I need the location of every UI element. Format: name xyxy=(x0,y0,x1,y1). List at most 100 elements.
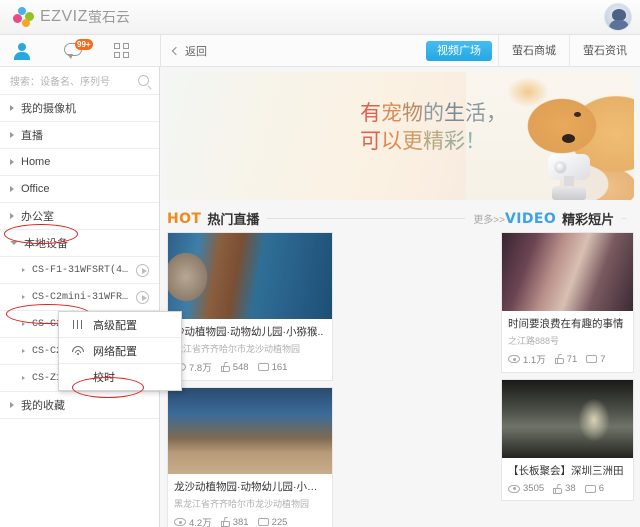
views-count: 1.1万 xyxy=(523,352,546,366)
divider xyxy=(267,218,465,219)
chevron-right-icon xyxy=(22,295,25,299)
sidebar-item-local-devices[interactable]: 本地设备 xyxy=(0,230,159,257)
hot-card-2[interactable]: 龙沙动植物园·动物幼儿园·小猕猴.. 黑龙江省齐齐哈尔市龙沙动植物园 4.2万 … xyxy=(167,387,333,527)
comment-icon xyxy=(585,485,596,493)
sidebar-item-label: CS-F1-31WFSRT(4… xyxy=(32,265,128,276)
card-stats: 4.2万 381 225 xyxy=(174,515,326,527)
chevron-right-icon xyxy=(22,376,25,380)
stat-likes: 71 xyxy=(555,354,578,365)
card-title: 【长板聚会】深圳三洲田 xyxy=(508,463,627,478)
hero-char: 彩 xyxy=(444,129,465,153)
grid-icon[interactable] xyxy=(114,43,129,58)
views-count: 3505 xyxy=(523,483,544,494)
toolbar-icon-group: 99+ xyxy=(0,35,160,67)
card-thumbnail[interactable] xyxy=(502,233,633,311)
hot-card-grid: 沙动植物园·动物幼儿园·小猕猴.. 龙江省齐齐哈尔市龙沙动植物园 7.8万 54… xyxy=(167,232,497,527)
hero-line-1: 有宠物的生活， xyxy=(360,99,507,127)
sidebar-item-office-cn[interactable]: 办公室 xyxy=(0,203,159,230)
chat-badge: 99+ xyxy=(75,39,93,50)
video-card-2[interactable]: 【长板聚会】深圳三洲田 3505 38 xyxy=(501,379,634,501)
section-headers: HOT 热门直播 更多>> VIDEO 精彩短片 xyxy=(167,209,634,228)
hero-char: 的 xyxy=(423,101,444,125)
tab-ezviz-news[interactable]: 萤石资讯 xyxy=(569,35,640,67)
hot-card-1[interactable]: 沙动植物园·动物幼儿园·小猕猴.. 龙江省齐齐哈尔市龙沙动植物园 7.8万 54… xyxy=(167,232,333,381)
comments-count: 7 xyxy=(600,354,605,365)
wifi-icon xyxy=(71,346,85,355)
hero-char: ！ xyxy=(465,129,486,153)
sidebar-item-my-favorites[interactable]: 我的收藏 xyxy=(0,392,159,419)
hero-char: 可 xyxy=(360,129,381,153)
divider xyxy=(622,218,626,219)
user-icon[interactable] xyxy=(14,43,30,59)
sidebar-device-cs-c2mini-31wfr[interactable]: CS-C2mini-31WFR… xyxy=(0,284,159,311)
stat-likes: 381 xyxy=(221,517,249,527)
sidebar-item-label: 办公室 xyxy=(21,208,54,224)
hero-char: 活， xyxy=(465,101,507,125)
video-card-1[interactable]: 时间要浪费在有趣的事情 之江路888号 1.1万 71 xyxy=(501,232,634,373)
comments-count: 161 xyxy=(272,362,288,373)
avatar[interactable] xyxy=(604,3,632,31)
main-content: 有宠物的生活， 可以更精彩！ HOT 热门直播 更多>> VIDEO 精彩短片 xyxy=(161,67,640,527)
avatar-body xyxy=(609,20,629,31)
card-thumbnail[interactable] xyxy=(168,388,332,474)
chevron-right-icon xyxy=(10,132,14,138)
hero-char: 生 xyxy=(444,101,465,125)
section-header-hot: HOT 热门直播 更多>> xyxy=(167,209,505,228)
context-menu-item-network-config[interactable]: 网络配置 xyxy=(59,338,181,364)
hero-banner[interactable]: 有宠物的生活， 可以更精彩！ xyxy=(167,72,634,200)
likes-count: 38 xyxy=(565,483,576,494)
sidebar-device-cs-f1[interactable]: CS-F1-31WFSRT(4… xyxy=(0,257,159,284)
stat-comments: 6 xyxy=(585,483,604,494)
sidebar-item-label: 直播 xyxy=(21,127,43,143)
card-stats: 1.1万 71 7 xyxy=(508,352,627,366)
hot-title: 热门直播 xyxy=(207,209,259,228)
app-logo: EZVIZ 萤石云 xyxy=(12,7,130,27)
eye-icon xyxy=(508,485,520,493)
comment-icon xyxy=(586,355,597,363)
comments-count: 225 xyxy=(272,517,288,527)
context-menu-item-time-sync[interactable]: 校时 xyxy=(59,364,181,390)
section-header-video: VIDEO 精彩短片 xyxy=(505,209,634,228)
hero-char: 宠 xyxy=(381,101,402,125)
video-card-grid: 时间要浪费在有趣的事情 之江路888号 1.1万 71 xyxy=(501,232,634,501)
card-body: 龙沙动植物园·动物幼儿园·小猕猴.. 黑龙江省齐齐哈尔市龙沙动植物园 4.2万 … xyxy=(168,474,332,527)
thumbs-up-icon xyxy=(555,354,564,364)
context-menu-item-advanced-config[interactable]: 高级配置 xyxy=(59,312,181,338)
play-icon[interactable] xyxy=(136,264,149,277)
more-link[interactable]: 更多>> xyxy=(473,211,505,226)
card-subtitle: 龙江省齐齐哈尔市龙沙动植物园 xyxy=(174,342,326,355)
hero-line-2: 可以更精彩！ xyxy=(360,127,507,155)
hero-char: 以 xyxy=(381,129,402,153)
hero-char: 有 xyxy=(360,101,381,125)
chevron-right-icon xyxy=(10,105,14,111)
chevron-right-icon xyxy=(22,349,25,353)
back-button-label: 返回 xyxy=(185,43,207,59)
video-title: 精彩短片 xyxy=(562,209,614,228)
sidebar-item-label: 我的摄像机 xyxy=(21,100,76,116)
card-columns: 沙动植物园·动物幼儿园·小猕猴.. 龙江省齐齐哈尔市龙沙动植物园 7.8万 54… xyxy=(167,232,634,527)
hero-char: 物 xyxy=(402,101,423,125)
eye-icon xyxy=(508,355,520,363)
back-button[interactable]: 返回 xyxy=(161,43,219,59)
sidebar-item-my-camera[interactable]: 我的摄像机 xyxy=(0,95,159,122)
card-stats: 7.8万 548 161 xyxy=(174,360,326,374)
card-body: 【长板聚会】深圳三洲田 3505 38 xyxy=(502,458,633,500)
card-thumbnail[interactable] xyxy=(168,233,332,319)
stat-comments: 225 xyxy=(258,517,288,527)
context-menu-item-label: 校时 xyxy=(93,369,115,385)
hero-char: 精 xyxy=(423,129,444,153)
sidebar-item-office[interactable]: Office xyxy=(0,176,159,203)
card-thumbnail[interactable] xyxy=(502,380,633,458)
tab-ezviz-mall[interactable]: 萤石商城 xyxy=(498,35,569,67)
chevron-left-icon xyxy=(172,46,180,54)
chevron-right-icon xyxy=(10,213,14,219)
play-icon[interactable] xyxy=(136,291,149,304)
stat-views: 1.1万 xyxy=(508,352,546,366)
sidebar-item-live[interactable]: 直播 xyxy=(0,122,159,149)
chevron-down-icon xyxy=(10,241,18,245)
search-input[interactable]: 搜索：设备名、序列号 xyxy=(0,67,159,95)
chat-icon[interactable]: 99+ xyxy=(64,43,84,59)
sidebar-item-home[interactable]: Home xyxy=(0,149,159,176)
search-icon[interactable] xyxy=(138,75,149,86)
tab-video-square[interactable]: 视频广场 xyxy=(426,41,492,61)
